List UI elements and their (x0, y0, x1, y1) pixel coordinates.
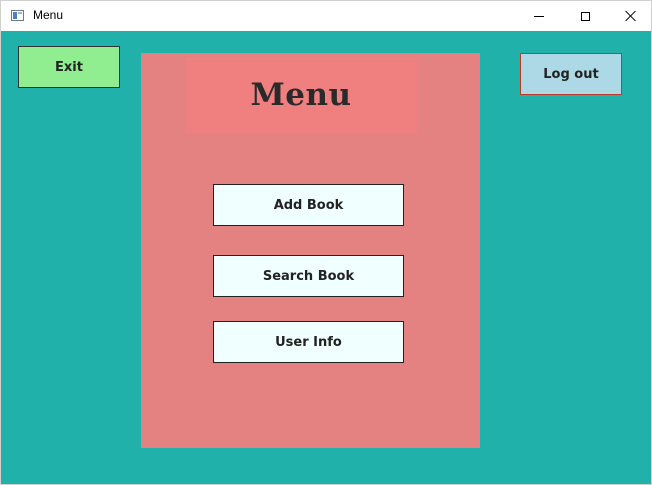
minimize-button[interactable] (516, 1, 562, 31)
minimize-icon (534, 15, 544, 17)
menu-title: Menu (250, 77, 352, 113)
search-book-button[interactable]: Search Book (213, 255, 404, 297)
app-window-icon (11, 10, 24, 21)
title-bar[interactable]: Menu (1, 1, 651, 31)
window-title: Menu (33, 8, 64, 22)
close-button[interactable] (608, 1, 651, 31)
menu-panel: Menu Add Book Search Book User Info (141, 53, 480, 448)
app-window: Menu Exit Log out Menu Add Book Search B… (0, 0, 652, 485)
exit-button[interactable]: Exit (18, 46, 120, 88)
add-book-button[interactable]: Add Book (213, 184, 404, 226)
menu-title-box: Menu (185, 57, 417, 133)
logout-button[interactable]: Log out (520, 53, 622, 95)
user-info-button[interactable]: User Info (213, 321, 404, 363)
maximize-icon (580, 11, 590, 21)
maximize-button[interactable] (562, 1, 608, 31)
close-icon (625, 10, 637, 22)
